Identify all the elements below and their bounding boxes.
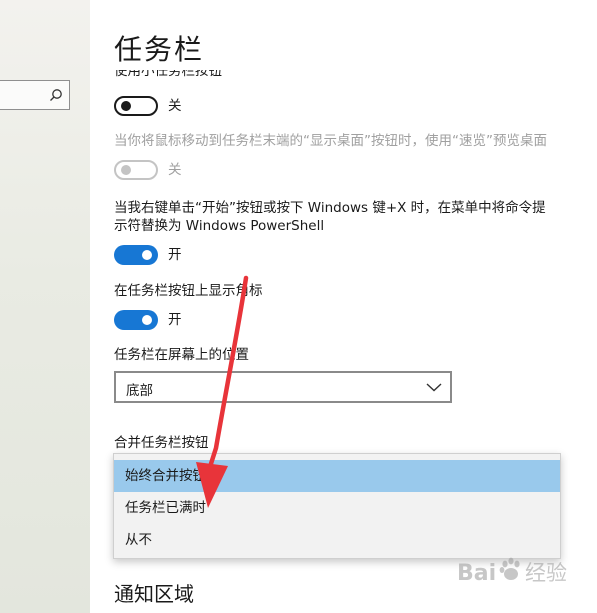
toggle-knob (121, 165, 131, 175)
settings-sidebar (0, 0, 90, 613)
location-label: 任务栏在屏幕上的位置 (114, 347, 249, 363)
combine-label: 合并任务栏按钮 (114, 435, 209, 451)
peek-label: 当你将鼠标移动到任务栏末端的“显示桌面”按钮时，使用“速览”预览桌面 (114, 133, 547, 149)
taskbar-settings-page: 任务栏 使用小任务栏按钮 关 当你将鼠标移动到任务栏末端的“显示桌面”按钮时，使… (90, 0, 597, 613)
badges-label: 在任务栏按钮上显示角标 (114, 283, 263, 299)
location-value: 底部 (126, 383, 153, 399)
badges-toggle[interactable] (114, 310, 158, 330)
page-title: 任务栏 (114, 33, 205, 66)
small-buttons-label: 使用小任务栏按钮 (114, 70, 222, 79)
notification-area-title: 通知区域 (114, 582, 194, 606)
search-icon[interactable] (49, 88, 63, 102)
baidu-logo-icon: Bai 经验 (457, 557, 567, 586)
toggle-knob (142, 250, 152, 260)
toggle-knob (121, 101, 131, 111)
svg-text:Bai: Bai (457, 561, 496, 586)
small-buttons-state: 关 (168, 98, 182, 114)
small-buttons-toggle[interactable] (114, 96, 158, 116)
svg-text:经验: 经验 (525, 561, 567, 585)
taskbar-location-select[interactable]: 底部 (114, 371, 452, 403)
peek-state: 关 (168, 162, 182, 178)
chevron-down-icon (426, 383, 442, 392)
powershell-label-line1: 当我右键单击“开始”按钮或按下 Windows 键+X 时，在菜单中将命令提 (114, 200, 546, 216)
toggle-knob (142, 315, 152, 325)
combine-option-always[interactable]: 始终合并按钮 (114, 460, 560, 492)
powershell-toggle[interactable] (114, 245, 158, 265)
combine-option-when-full[interactable]: 任务栏已满时 (114, 492, 560, 524)
powershell-label-line2: 示符替换为 Windows PowerShell (114, 218, 325, 234)
baidu-watermark: Bai 经验 (455, 552, 590, 592)
powershell-state: 开 (168, 247, 182, 263)
badges-state: 开 (168, 312, 182, 328)
search-input[interactable] (0, 80, 70, 110)
small-buttons-label-clipped: 使用小任务栏按钮 (114, 70, 222, 80)
peek-toggle[interactable] (114, 160, 158, 180)
combine-buttons-dropdown: 始终合并按钮 任务栏已满时 从不 (113, 453, 561, 559)
